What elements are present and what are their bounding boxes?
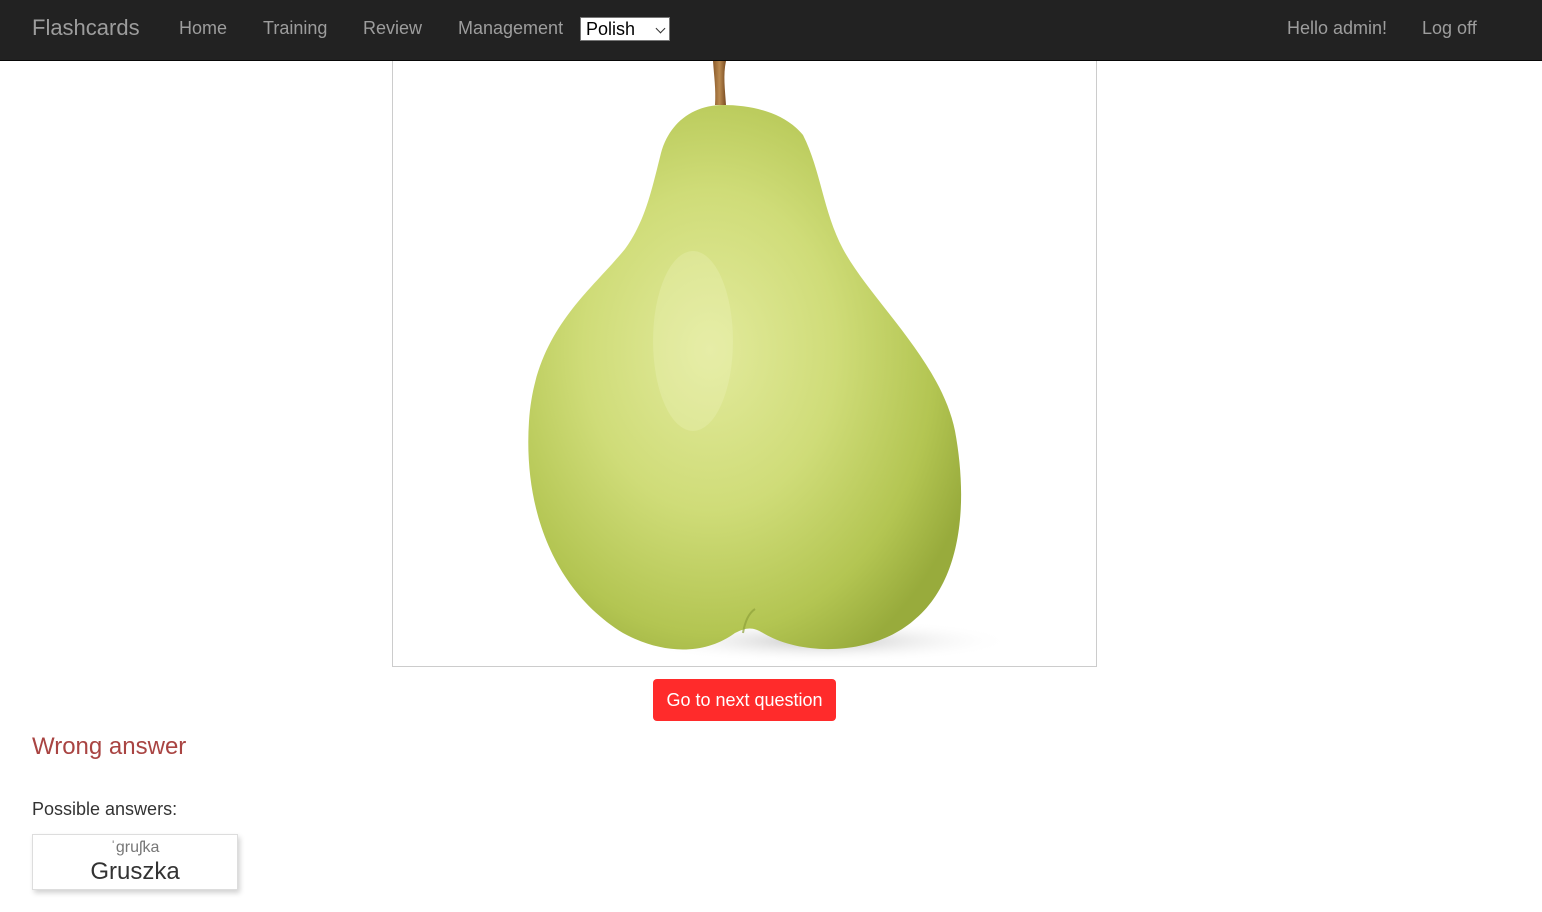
wrong-answer-status: Wrong answer xyxy=(32,733,187,760)
nav-link-home[interactable]: Home xyxy=(179,17,227,39)
possible-answers-label: Possible answers: xyxy=(32,799,178,819)
answer-pronunciation: ˈɡruʃka xyxy=(110,839,160,856)
answer-card: ˈɡruʃka Gruszka xyxy=(32,834,238,890)
language-select-value: Polish xyxy=(586,19,636,39)
answer-word: Gruszka xyxy=(90,858,180,885)
question-image-frame xyxy=(392,61,1097,667)
nav-link-review[interactable]: Review xyxy=(363,17,422,39)
greeting-link[interactable]: Hello admin! xyxy=(1287,17,1387,39)
nav-link-training[interactable]: Training xyxy=(263,17,327,39)
brand-link[interactable]: Flashcards xyxy=(32,14,140,42)
language-select[interactable]: Polish xyxy=(580,17,670,41)
next-question-button[interactable]: Go to next question xyxy=(653,679,836,721)
pear-image xyxy=(528,61,1013,663)
nav-link-management[interactable]: Management xyxy=(458,17,563,39)
top-navbar: Flashcards Home Training Review Manageme… xyxy=(0,0,1542,61)
chevron-down-icon xyxy=(655,23,666,34)
logoff-link[interactable]: Log off xyxy=(1422,17,1477,39)
